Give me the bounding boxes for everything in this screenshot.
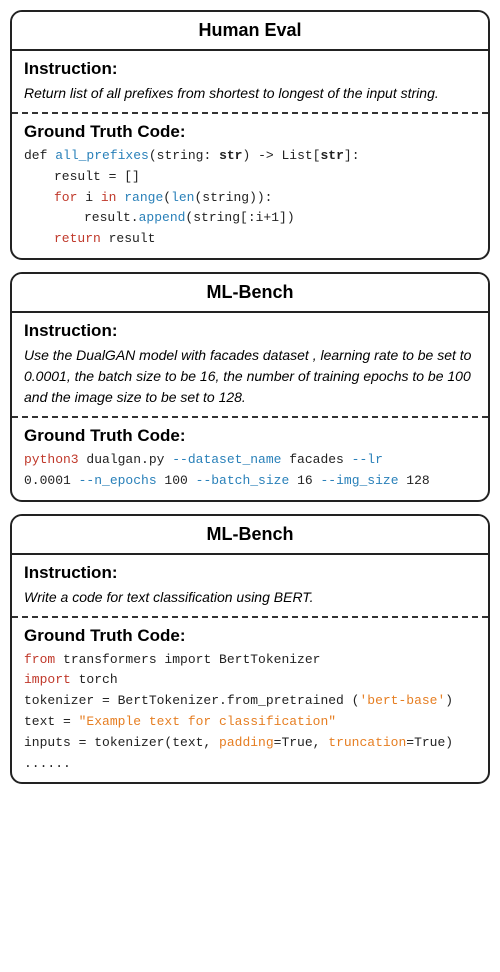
instruction-text-2: Use the DualGAN model with facades datas… xyxy=(24,345,476,408)
gt-section-3: Ground Truth Code: from transformers imp… xyxy=(12,618,488,783)
card-human-eval: Human Eval Instruction: Return list of a… xyxy=(10,10,490,260)
instruction-text-1: Return list of all prefixes from shortes… xyxy=(24,83,476,104)
code-block-3: from transformers import BertTokenizer i… xyxy=(24,650,476,775)
instruction-section-1: Instruction: Return list of all prefixes… xyxy=(12,51,488,112)
gt-title-2: Ground Truth Code: xyxy=(24,426,476,446)
gt-title-1: Ground Truth Code: xyxy=(24,122,476,142)
instruction-text-3: Write a code for text classification usi… xyxy=(24,587,476,608)
gt-section-2: Ground Truth Code: python3 dualgan.py --… xyxy=(12,418,488,500)
card-header-human-eval: Human Eval xyxy=(12,12,488,51)
instruction-section-2: Instruction: Use the DualGAN model with … xyxy=(12,313,488,416)
gt-section-1: Ground Truth Code: def all_prefixes(stri… xyxy=(12,114,488,258)
card-header-ml-bench-2: ML-Bench xyxy=(12,516,488,555)
instruction-title-2: Instruction: xyxy=(24,321,476,341)
code-block-2: python3 dualgan.py --dataset_name facade… xyxy=(24,450,476,492)
instruction-section-3: Instruction: Write a code for text class… xyxy=(12,555,488,616)
code-block-1: def all_prefixes(string: str) -> List[st… xyxy=(24,146,476,250)
instruction-title-1: Instruction: xyxy=(24,59,476,79)
card-ml-bench-1: ML-Bench Instruction: Use the DualGAN mo… xyxy=(10,272,490,502)
card-header-ml-bench-1: ML-Bench xyxy=(12,274,488,313)
instruction-title-3: Instruction: xyxy=(24,563,476,583)
gt-title-3: Ground Truth Code: xyxy=(24,626,476,646)
card-ml-bench-2: ML-Bench Instruction: Write a code for t… xyxy=(10,514,490,785)
